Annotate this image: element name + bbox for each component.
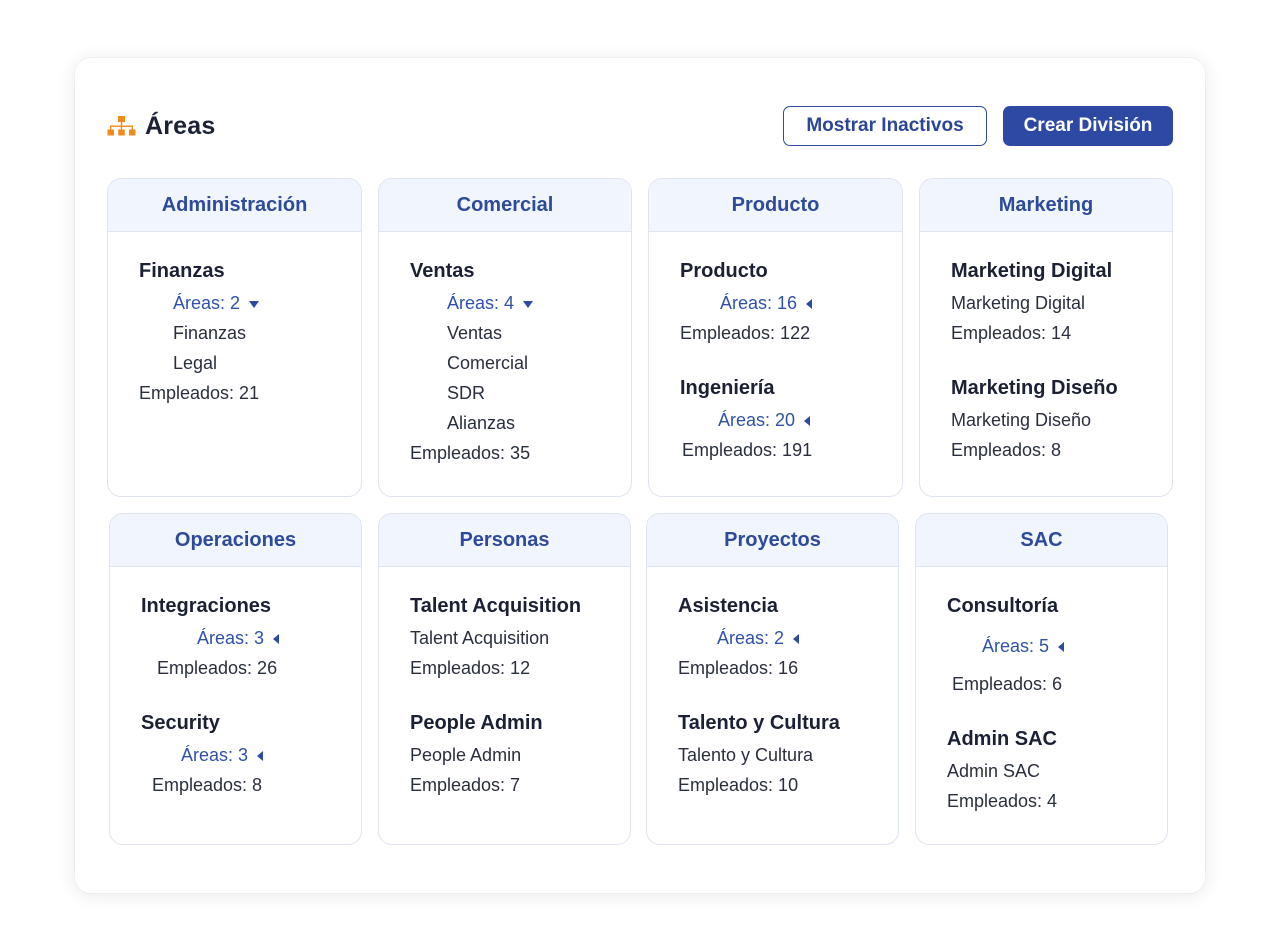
division-card-proyectos: Proyectos Asistencia Áreas: 2 Empleados:… — [646, 513, 899, 845]
group-title: Ventas — [410, 260, 475, 282]
group-title: Asistencia — [678, 595, 779, 617]
employee-count: Empleados: 10 — [678, 775, 799, 795]
areas-count: Áreas: 3 — [181, 745, 249, 765]
group-title: Talento y Cultura — [678, 712, 840, 734]
group-subtitle: Marketing Diseño — [951, 410, 1092, 430]
division-card-producto: Producto Producto Áreas: 16 Empleados: 1… — [648, 178, 903, 497]
group-subtitle: Talento y Cultura — [678, 745, 814, 765]
areas-toggle[interactable]: Áreas: 3 — [181, 745, 264, 766]
areas-count: Áreas: 16 — [720, 293, 798, 313]
group-title: Security — [141, 712, 220, 734]
caret-left-icon — [806, 298, 813, 309]
employee-count: Empleados: 35 — [410, 443, 531, 463]
group-title: Marketing Diseño — [951, 377, 1118, 399]
division-card-administracion: Administración Finanzas Áreas: 2 Finanza… — [107, 178, 362, 497]
caret-left-icon — [257, 750, 264, 761]
division-card-operaciones: Operaciones Integraciones Áreas: 3 Emple… — [109, 513, 362, 845]
create-division-button[interactable]: Crear División — [1003, 106, 1173, 146]
employee-count: Empleados: 6 — [952, 674, 1063, 694]
area-item: Alianzas — [447, 413, 516, 433]
group-title: Consultoría — [947, 595, 1059, 617]
group-title: Ingeniería — [680, 377, 775, 399]
areas-toggle[interactable]: Áreas: 3 — [197, 628, 280, 649]
org-chart-icon — [107, 116, 136, 136]
areas-toggle[interactable]: Áreas: 4 — [447, 293, 534, 314]
employee-count: Empleados: 7 — [410, 775, 521, 795]
areas-count: Áreas: 2 — [717, 628, 785, 648]
group-title: Marketing Digital — [951, 260, 1113, 282]
caret-down-icon — [523, 300, 534, 308]
group-subtitle: Admin SAC — [947, 761, 1041, 781]
areas-count: Áreas: 4 — [447, 293, 515, 313]
division-title: Operaciones — [110, 514, 361, 567]
areas-count: Áreas: 2 — [173, 293, 241, 313]
division-title: SAC — [916, 514, 1167, 567]
areas-count: Áreas: 5 — [982, 636, 1050, 656]
employee-count: Empleados: 21 — [139, 383, 260, 403]
division-card-personas: Personas Talent Acquisition Talent Acqui… — [378, 513, 631, 845]
division-title: Proyectos — [647, 514, 898, 567]
division-title: Comercial — [379, 179, 631, 232]
area-item: Finanzas — [173, 323, 247, 343]
group-title: Integraciones — [141, 595, 272, 617]
area-item: Comercial — [447, 353, 529, 373]
employee-count: Empleados: 122 — [680, 323, 811, 343]
employee-count: Empleados: 8 — [152, 775, 263, 795]
employee-count: Empleados: 8 — [951, 440, 1062, 460]
areas-toggle[interactable]: Áreas: 5 — [982, 636, 1065, 657]
areas-count: Áreas: 20 — [718, 410, 796, 430]
employee-count: Empleados: 4 — [947, 791, 1058, 811]
group-subtitle: Talent Acquisition — [410, 628, 550, 648]
employee-count: Empleados: 26 — [157, 658, 278, 678]
employee-count: Empleados: 12 — [410, 658, 531, 678]
group-subtitle: Marketing Digital — [951, 293, 1086, 313]
areas-toggle[interactable]: Áreas: 16 — [720, 293, 813, 314]
group-title: People Admin — [410, 712, 543, 734]
group-title: Admin SAC — [947, 728, 1057, 750]
caret-left-icon — [804, 415, 811, 426]
division-title: Producto — [649, 179, 902, 232]
areas-toggle[interactable]: Áreas: 2 — [173, 293, 260, 314]
group-title: Producto — [680, 260, 768, 282]
division-card-marketing: Marketing Marketing Digital Marketing Di… — [919, 178, 1173, 497]
page-header: Áreas — [107, 110, 216, 142]
division-title: Administración — [108, 179, 361, 232]
caret-left-icon — [273, 633, 280, 644]
division-card-sac: SAC Consultoría Áreas: 5 Empleados: 6 Ad… — [915, 513, 1168, 845]
area-item: SDR — [447, 383, 486, 403]
division-card-comercial: Comercial Ventas Áreas: 4 Ventas Comerci… — [378, 178, 632, 497]
page-title: Áreas — [145, 111, 216, 140]
employee-count: Empleados: 14 — [951, 323, 1072, 343]
caret-down-icon — [249, 300, 260, 308]
group-title: Finanzas — [139, 260, 225, 282]
group-title: Talent Acquisition — [410, 595, 582, 617]
employee-count: Empleados: 191 — [682, 440, 813, 460]
areas-toggle[interactable]: Áreas: 2 — [717, 628, 800, 649]
division-title: Marketing — [920, 179, 1172, 232]
group-subtitle: People Admin — [410, 745, 522, 765]
areas-count: Áreas: 3 — [197, 628, 265, 648]
area-item: Ventas — [447, 323, 503, 343]
area-item: Legal — [173, 353, 218, 373]
caret-left-icon — [793, 633, 800, 644]
employee-count: Empleados: 16 — [678, 658, 799, 678]
caret-left-icon — [1058, 641, 1065, 652]
division-title: Personas — [379, 514, 630, 567]
areas-toggle[interactable]: Áreas: 20 — [718, 410, 811, 431]
show-inactive-button[interactable]: Mostrar Inactivos — [783, 106, 987, 146]
